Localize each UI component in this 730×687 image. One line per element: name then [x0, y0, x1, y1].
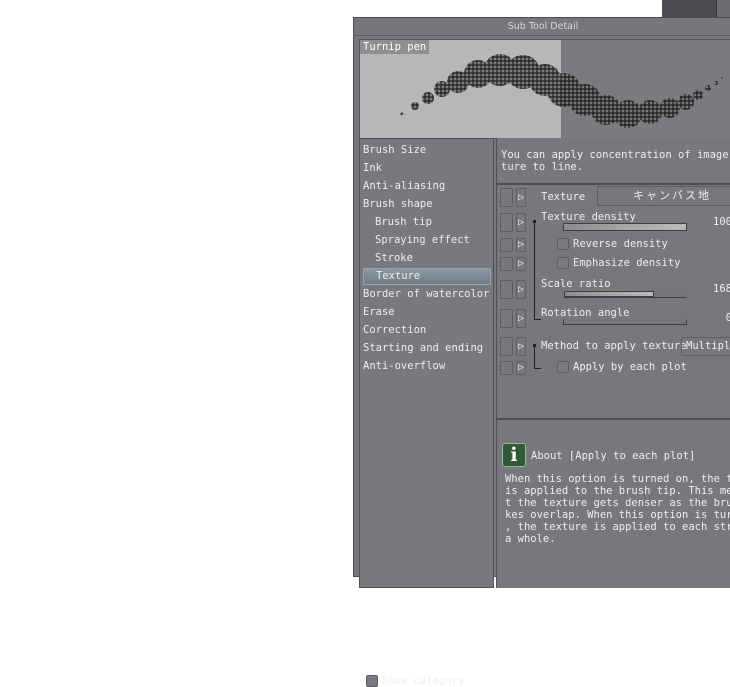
- checkbox[interactable]: [557, 238, 569, 250]
- texture-label: Texture: [541, 191, 586, 203]
- apply-each-plot-label: Apply by each plot: [573, 361, 687, 373]
- expand-arrow-icon[interactable]: ▷: [516, 238, 526, 252]
- texture-density-label: Texture density: [541, 211, 636, 223]
- brush-preview: Turnip pen: [359, 39, 730, 139]
- emphasize-density-checkbox[interactable]: Emphasize density: [557, 257, 680, 269]
- category-item[interactable]: Starting and ending: [363, 340, 491, 357]
- lock-toggle[interactable]: [500, 309, 513, 328]
- lock-toggle[interactable]: [500, 238, 513, 252]
- expand-arrow-icon[interactable]: ▷: [516, 188, 526, 207]
- slider-fill: [564, 291, 655, 297]
- category-item[interactable]: Brush Size: [363, 142, 491, 159]
- window-title[interactable]: Sub Tool Detail: [354, 18, 730, 36]
- lock-toggle[interactable]: [500, 361, 513, 375]
- category-item[interactable]: Anti-overflow: [363, 358, 491, 375]
- apply-each-plot-checkbox[interactable]: Apply by each plot: [557, 361, 687, 373]
- brush-dab: [660, 98, 680, 118]
- texture-select[interactable]: キャンバス地: [597, 186, 730, 206]
- category-item[interactable]: Texture: [363, 268, 491, 285]
- reverse-density-checkbox[interactable]: Reverse density: [557, 238, 668, 250]
- scale-ratio-value[interactable]: 168: [713, 283, 730, 295]
- texture-density-slider[interactable]: [563, 223, 687, 231]
- category-item[interactable]: Brush tip: [363, 214, 491, 231]
- tool-name-label: Turnip pen: [360, 40, 430, 54]
- brush-dab: [705, 85, 711, 91]
- category-item[interactable]: Spraying effect: [363, 232, 491, 249]
- slider-fill: [564, 224, 686, 230]
- tree-line: [534, 368, 541, 369]
- brush-dab: [638, 100, 662, 124]
- info-title: About [Apply to each plot]: [531, 450, 696, 462]
- expand-arrow-icon[interactable]: ▷: [516, 361, 526, 375]
- brush-dab: [411, 102, 419, 110]
- category-list: Brush Size Ink Anti-aliasing Brush shape Bru…: [359, 138, 494, 687]
- rotation-angle-slider[interactable]: [563, 319, 687, 325]
- tree-line: [534, 345, 535, 368]
- info-icon: i: [502, 443, 526, 467]
- tree-line: [534, 319, 541, 320]
- category-item[interactable]: Erase: [363, 304, 491, 321]
- checkbox[interactable]: [557, 361, 569, 373]
- category-item[interactable]: Brush shape: [363, 196, 491, 213]
- category-item[interactable]: Stroke: [363, 250, 491, 267]
- method-label: Method to apply texture: [541, 340, 687, 352]
- tree-node: [533, 344, 536, 347]
- rotation-angle-value[interactable]: 0: [726, 312, 730, 324]
- settings-panel: You can apply concentration of image as …: [496, 138, 730, 588]
- lock-toggle[interactable]: [500, 280, 513, 299]
- category-item[interactable]: Anti-aliasing: [363, 178, 491, 195]
- rotation-angle-label: Rotation angle: [541, 307, 630, 319]
- texture-density-value[interactable]: 100: [713, 216, 730, 228]
- reverse-density-label: Reverse density: [573, 238, 668, 250]
- expand-arrow-icon[interactable]: ▷: [516, 280, 526, 299]
- lock-toggle[interactable]: [500, 188, 513, 207]
- expand-arrow-icon[interactable]: ▷: [516, 213, 526, 232]
- brush-dab: [721, 77, 723, 79]
- brush-dab: [614, 100, 642, 128]
- expand-arrow-icon[interactable]: ▷: [516, 257, 526, 271]
- tree-line: [534, 221, 535, 319]
- lock-toggle[interactable]: [500, 257, 513, 271]
- brush-dab: [714, 81, 718, 85]
- brush-dab: [400, 112, 404, 116]
- show-category-label: Show category: [382, 675, 465, 687]
- background-window-edge: [716, 0, 730, 17]
- method-select[interactable]: Multipl: [681, 337, 730, 356]
- brush-dab: [693, 90, 703, 100]
- checkbox[interactable]: [557, 257, 569, 269]
- lock-toggle[interactable]: [500, 337, 513, 356]
- divider: [497, 183, 730, 185]
- sub-tool-detail-window: Sub Tool Detail Turnip pen Brush Size Ink…: [353, 17, 730, 687]
- show-category-checkbox[interactable]: Show category: [366, 675, 464, 687]
- category-item[interactable]: Ink: [363, 160, 491, 177]
- expand-arrow-icon[interactable]: ▷: [516, 337, 526, 356]
- expand-arrow-icon[interactable]: ▷: [516, 309, 526, 328]
- brush-stroke-preview: [400, 54, 723, 128]
- brush-dab: [422, 92, 434, 104]
- info-body: When this option is turned on, the tex i…: [505, 473, 730, 545]
- checkbox[interactable]: [366, 675, 378, 687]
- divider: [497, 418, 730, 420]
- tree-node: [533, 220, 536, 223]
- category-item[interactable]: Correction: [363, 322, 491, 339]
- category-description: You can apply concentration of image as …: [501, 149, 729, 173]
- emphasize-density-label: Emphasize density: [573, 257, 681, 269]
- brush-dab: [678, 94, 694, 110]
- lock-toggle[interactable]: [500, 213, 513, 232]
- scale-ratio-slider[interactable]: [563, 290, 687, 298]
- scale-ratio-label: Scale ratio: [541, 278, 611, 290]
- category-item[interactable]: Border of watercolor: [363, 286, 491, 303]
